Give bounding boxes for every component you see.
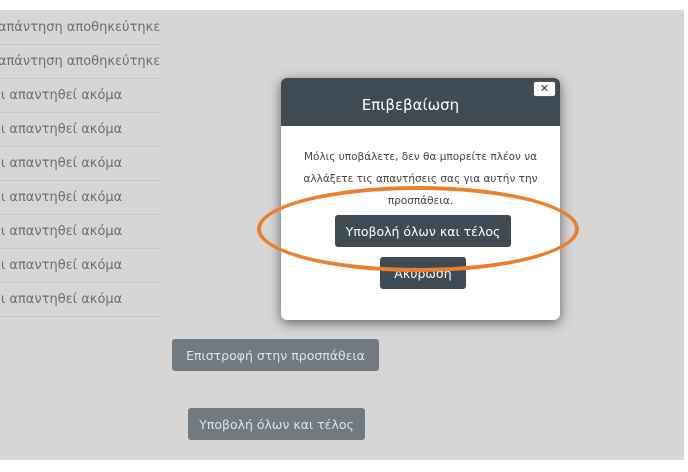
dialog-header: Επιβεβαίωση ✕ bbox=[281, 78, 560, 126]
question-status: Δεν έχει απαντηθεί ακόμα bbox=[0, 249, 160, 283]
return-to-attempt-button[interactable]: Επιστροφή στην προσπάθεια bbox=[172, 339, 379, 371]
cancel-button[interactable]: Ακύρωση bbox=[380, 257, 466, 289]
dialog-title: Επιβεβαίωση bbox=[361, 96, 460, 114]
question-status: Δεν έχει απαντηθεί ακόμα bbox=[0, 79, 160, 113]
question-status: Δεν έχει απαντηθεί ακόμα bbox=[0, 181, 160, 215]
question-status: Δεν έχει απαντηθεί ακόμα bbox=[0, 283, 160, 317]
dialog-message: Μόλις υποβάλετε, δεν θα μπορείτε πλέον ν… bbox=[303, 151, 538, 207]
question-status: Δεν έχει απαντηθεί ακόμα bbox=[0, 113, 160, 147]
question-status: Δεν έχει απαντηθεί ακόμα bbox=[0, 215, 160, 249]
close-icon[interactable]: ✕ bbox=[533, 81, 556, 97]
question-status: Η απάντηση αποθηκεύτηκε bbox=[0, 11, 160, 45]
question-status: Η απάντηση αποθηκεύτηκε bbox=[0, 45, 160, 79]
confirmation-dialog: Επιβεβαίωση ✕ Μόλις υποβάλετε, δεν θα μπ… bbox=[281, 78, 560, 320]
question-status: Δεν έχει απαντηθεί ακόμα bbox=[0, 147, 160, 181]
confirm-submit-button[interactable]: Υποβολή όλων και τέλος bbox=[335, 215, 511, 247]
question-status-list: Η απάντηση αποθηκεύτηκε Η απάντηση αποθη… bbox=[0, 11, 160, 317]
submit-all-button-background[interactable]: Υποβολή όλων και τέλος bbox=[188, 408, 365, 440]
